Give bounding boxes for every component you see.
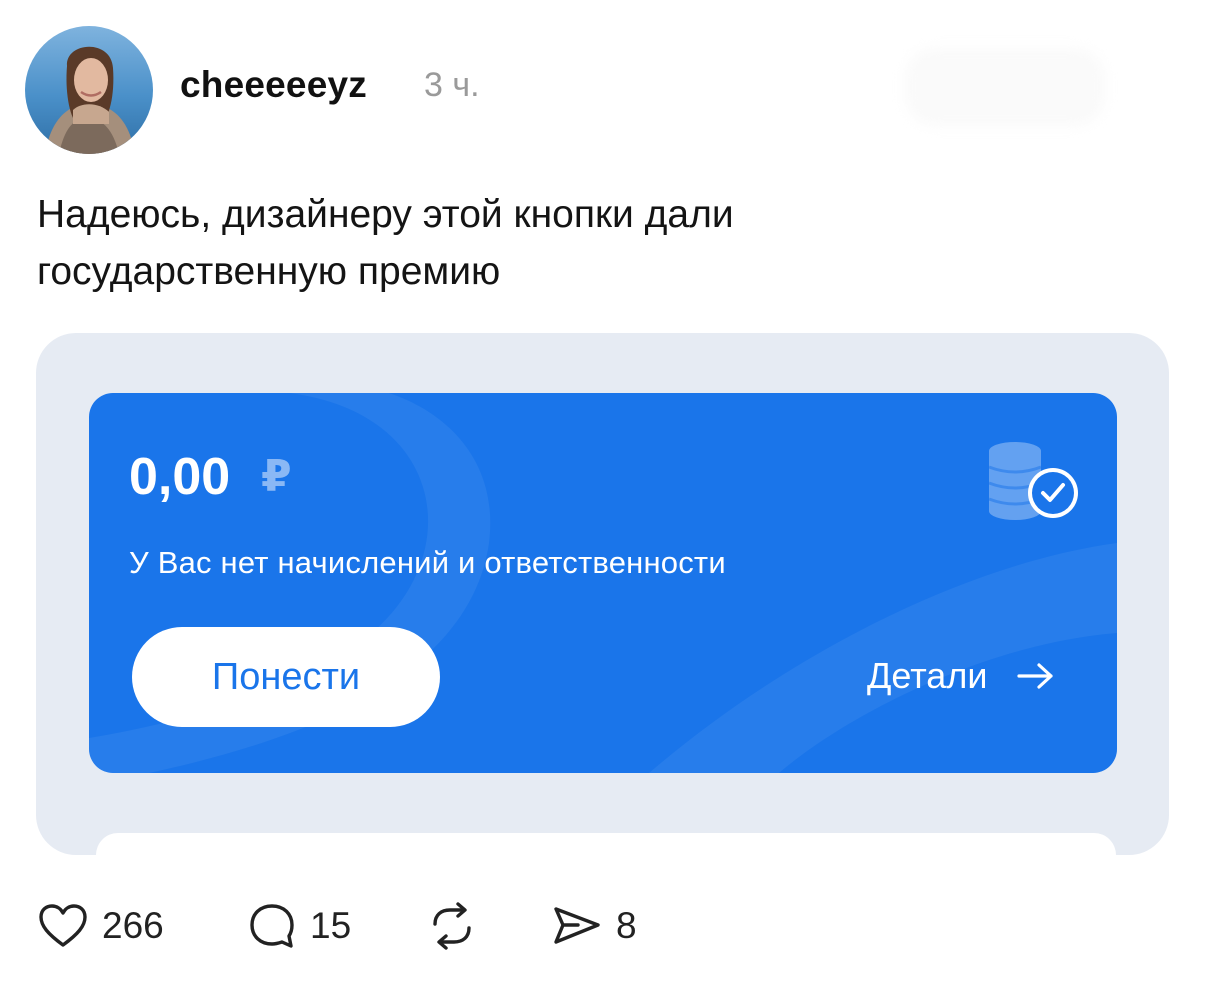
repost-button[interactable] [426,902,552,950]
post-time: 3 ч. [424,66,480,104]
share-button[interactable]: 8 [552,904,637,948]
post-image[interactable]: 0,00 ₽ У Вас нет начислений и ответствен… [36,333,1169,855]
card-subtitle: У Вас нет начислений и ответственности [129,545,726,580]
balance-amount: 0,00 [129,448,231,506]
pay-button[interactable]: Понести [132,627,440,727]
repost-icon [433,902,471,950]
comment-icon [250,904,294,948]
like-count: 266 [102,905,164,946]
balance-card: 0,00 ₽ У Вас нет начислений и ответствен… [89,393,1117,773]
details-link[interactable]: Детали [867,655,1055,697]
send-icon [554,907,600,944]
comment-button[interactable]: 15 [248,902,426,950]
image-background-sheet [96,833,1116,855]
comment-count: 15 [310,905,352,946]
currency-symbol: ₽ [261,452,292,501]
coins-check-icon [988,442,1078,520]
username[interactable]: cheeeeeyz [180,64,367,106]
post-text: Надеюсь, дизайнеру этой кнопки дали госу… [37,193,734,293]
share-count: 8 [616,905,637,946]
avatar[interactable] [25,26,153,154]
arrow-right-icon [1017,663,1054,689]
post-actions: 266 15 8 [38,898,637,954]
blurred-region [905,48,1105,126]
like-button[interactable]: 266 [38,903,248,949]
details-label: Детали [867,655,988,696]
heart-icon [39,904,87,947]
